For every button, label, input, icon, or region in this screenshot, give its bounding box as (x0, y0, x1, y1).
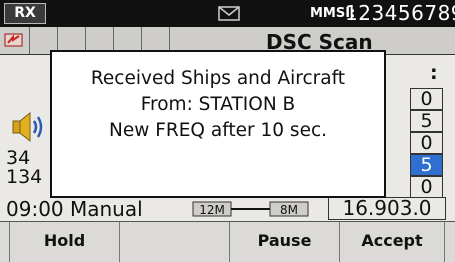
gps-right-label: 8M (280, 203, 298, 217)
frequency-readout: 16.903.0 (328, 197, 446, 220)
mmsi-value: 123456789 (345, 1, 455, 25)
accept-button[interactable]: Accept (340, 222, 445, 262)
hold-button[interactable]: Hold (10, 222, 120, 262)
background-value-2: 134 (6, 166, 43, 188)
list-digit-box-selected: 5 (410, 154, 443, 176)
list-digit-box: 5 (410, 110, 443, 132)
softkey-spacer (445, 222, 455, 262)
list-digit-box: 0 (410, 88, 443, 110)
rx-indicator: RX (4, 3, 46, 24)
time-mode-readout: 09:00 Manual (6, 197, 143, 221)
pause-button[interactable]: Pause (230, 222, 340, 262)
envelope-icon (218, 6, 240, 21)
background-colon: : (430, 62, 438, 84)
radio-screen: RX MMSI: 123456789 DSC Scan 34 134 : 0 5… (0, 0, 455, 262)
dialog-message-line-1: Received Ships and Aircraft (90, 68, 346, 89)
readout-row: 09:00 Manual 12M 8M 16.903.0 (0, 197, 455, 221)
notification-dialog: Received Ships and Aircraft From: STATIO… (50, 50, 386, 198)
status-bar: RX MMSI: 123456789 (0, 0, 455, 27)
empty-softkey[interactable] (120, 222, 230, 262)
speaker-icon (12, 111, 43, 143)
softkey-spacer (0, 222, 10, 262)
gps-range-indicator: 12M 8M (192, 201, 309, 217)
dialog-message-line-2: From: STATION B (140, 94, 296, 115)
list-digit-box: 0 (410, 132, 443, 154)
list-digit-box: 0 (410, 176, 443, 198)
gps-left-label: 12M (199, 203, 225, 217)
antenna-icon (4, 33, 23, 47)
softkey-bar: Hold Pause Accept (0, 221, 455, 262)
dialog-message-line-3: New FREQ after 10 sec. (109, 120, 327, 141)
